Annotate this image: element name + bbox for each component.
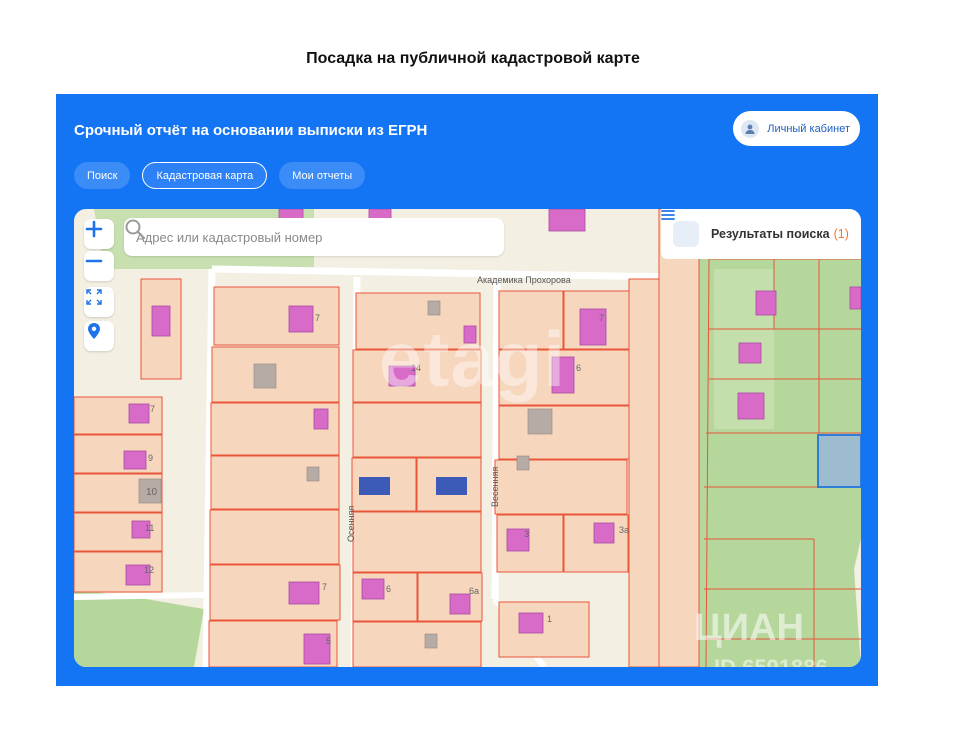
street-label-vesennyaya: Весенняя — [490, 467, 500, 507]
lot-number: 5 — [326, 636, 331, 646]
account-label: Личный кабинет — [767, 122, 850, 135]
road — [74, 592, 205, 600]
building — [128, 403, 150, 424]
search-results-count: (1) — [833, 227, 849, 241]
object-marker — [359, 477, 390, 495]
tab-cadastral-map[interactable]: Кадастровая карта — [142, 162, 268, 189]
app-title: Срочный отчёт на основании выписки из ЕГ… — [74, 122, 428, 139]
street-label-osennyaya: Осенняя — [346, 506, 356, 542]
lot-number: 3а — [619, 525, 629, 535]
address-search-input[interactable] — [134, 228, 504, 246]
lot-number: 6 — [386, 584, 391, 594]
grey-building — [516, 455, 530, 471]
building — [738, 342, 762, 364]
etagi-watermark: etagi — [379, 315, 567, 403]
lot-number: 7 — [315, 313, 320, 323]
building — [593, 522, 615, 544]
lot-number: 7 — [599, 313, 604, 323]
grey-building — [527, 408, 553, 435]
lot-number: 1 — [547, 614, 552, 624]
lot-number: 11 — [145, 523, 154, 533]
zoom-out-button[interactable] — [84, 251, 114, 281]
search-icon[interactable] — [124, 218, 146, 240]
parcel — [498, 405, 630, 460]
cian-watermark: ЦИАН — [694, 607, 804, 649]
lot-number: 10 — [146, 487, 158, 498]
grey-building — [424, 633, 438, 649]
parcel — [213, 286, 340, 346]
fullscreen-icon — [86, 289, 102, 305]
building — [313, 408, 329, 430]
grey-building — [427, 300, 441, 316]
minus-icon — [85, 259, 103, 263]
parcel — [352, 402, 482, 458]
parcel — [209, 509, 340, 565]
location-icon — [88, 323, 100, 339]
lot-number: 6а — [469, 586, 479, 596]
object-marker — [436, 477, 467, 495]
parcel — [658, 209, 700, 667]
search-results-panel[interactable]: Результаты поиска (1) — [661, 209, 861, 259]
grey-building — [306, 466, 320, 482]
user-icon — [741, 119, 760, 138]
tab-my-reports[interactable]: Мои отчеты — [279, 162, 366, 189]
building — [737, 392, 765, 420]
nav-tabs: Поиск Кадастровая карта Мои отчеты — [74, 162, 366, 189]
building — [361, 578, 385, 600]
lot-number: 3 — [524, 529, 529, 539]
listing-id-watermark: ID 6591886 — [714, 655, 828, 667]
selected-parcel — [817, 434, 861, 488]
parcel — [352, 511, 482, 573]
lot-number: 7 — [150, 404, 155, 414]
fullscreen-button[interactable] — [84, 287, 114, 317]
grey-building — [253, 363, 277, 389]
tab-search[interactable]: Поиск — [74, 162, 131, 189]
map-canvas: Академика Прохорова Осенняя Весенняя 7 9… — [74, 209, 861, 667]
building — [449, 593, 471, 615]
street-label-akademika: Академика Прохорова — [477, 275, 571, 285]
document-title: Посадка на публичной кадастровой карте — [306, 50, 640, 67]
lot-number: 6 — [576, 363, 581, 373]
zoom-in-button[interactable] — [84, 219, 114, 249]
parcel — [352, 621, 482, 667]
my-location-button[interactable] — [84, 321, 114, 351]
building — [548, 209, 586, 232]
account-button[interactable]: Личный кабинет — [733, 111, 860, 146]
lot-number: 7 — [322, 582, 327, 592]
lot-number: 12 — [144, 565, 154, 575]
building — [123, 450, 147, 470]
building — [755, 290, 777, 316]
greenery-area — [74, 589, 204, 667]
parcel — [498, 601, 590, 658]
parcel — [210, 455, 340, 510]
building — [849, 286, 861, 310]
road — [211, 265, 675, 281]
search-results-label: Результаты поиска — [711, 227, 830, 241]
parcel — [209, 564, 341, 621]
cadastral-map[interactable]: Академика Прохорова Осенняя Весенняя 7 9… — [74, 209, 861, 667]
building — [288, 305, 314, 333]
lot-number: 9 — [148, 453, 153, 463]
plus-icon — [85, 220, 103, 238]
building — [288, 581, 320, 605]
building — [151, 305, 171, 337]
map-search-box — [124, 218, 504, 256]
menu-icon[interactable] — [661, 210, 699, 247]
parcel — [494, 459, 628, 515]
building — [518, 612, 544, 634]
app-panel: Срочный отчёт на основании выписки из ЕГ… — [56, 94, 878, 686]
